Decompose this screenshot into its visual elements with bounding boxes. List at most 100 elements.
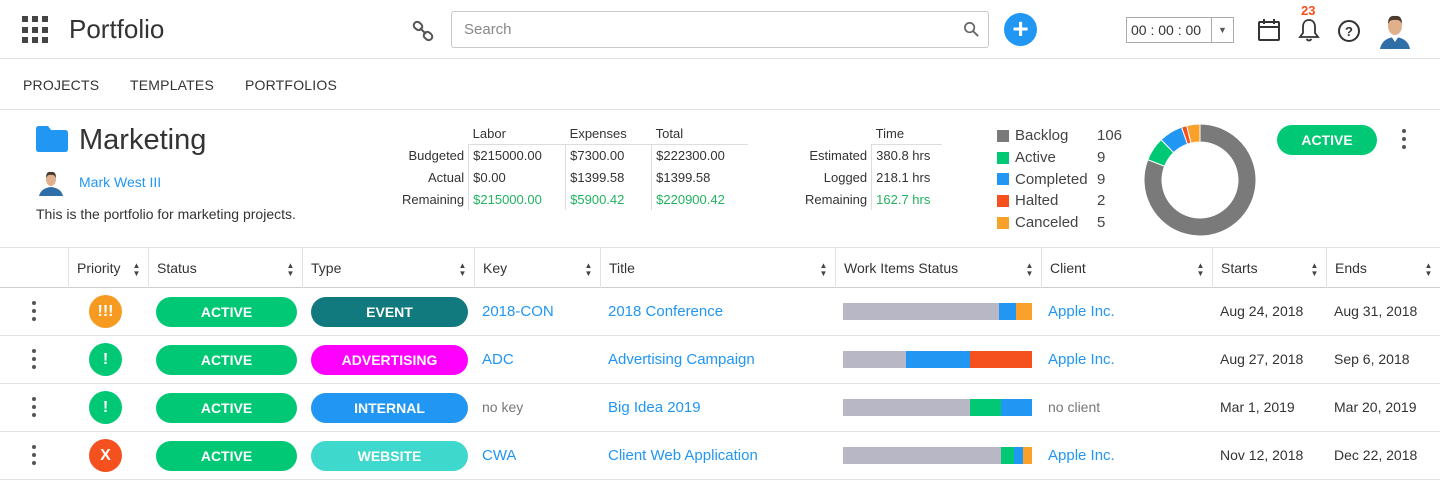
end-date: Aug 31, 2018 [1334,303,1418,319]
row-menu-icon[interactable] [26,442,42,468]
legend-value: 9 [1097,149,1106,167]
financials-row-budgeted: Budgeted $215000.00 $7300.00 $222300.00 [398,144,748,166]
type-pill[interactable]: INTERNAL [311,393,468,423]
project-key[interactable]: CWA [482,432,516,479]
project-title-link[interactable]: 2018 Conference [608,288,723,335]
app-title: Portfolio [69,14,165,44]
legend-value: 9 [1097,170,1106,188]
work-items-segment [1014,447,1024,464]
legend-value: 2 [1097,192,1106,210]
sort-icon[interactable]: ▲▼ [1196,261,1205,277]
work-items-segment [1015,303,1032,320]
calendar-icon[interactable] [1257,18,1281,42]
time-row-remaining: Remaining 162.7 hrs [801,188,942,210]
row-menu-icon[interactable] [26,298,42,324]
col-starts[interactable]: Starts ▲▼ [1212,248,1326,288]
table-row[interactable]: ! ACTIVE INTERNAL no key Big Idea 2019 no cli… [0,384,1440,432]
status-pill[interactable]: ACTIVE [156,297,297,327]
apps-grid-icon[interactable] [22,16,50,44]
financials-row-remaining: Remaining $215000.00 $5900.42 $220900.42 [398,188,748,210]
priority-badge[interactable]: X [89,439,122,472]
client-link[interactable]: Apple Inc. [1048,288,1115,335]
search-icon[interactable] [963,21,980,38]
portfolio-menu-icon[interactable] [1396,126,1412,152]
col-work-items-status[interactable]: Work Items Status ▲▼ [835,248,1041,288]
project-title-link[interactable]: Client Web Application [608,432,758,479]
link-icon[interactable] [411,19,435,43]
type-pill[interactable]: ADVERTISING [311,345,468,375]
chevron-down-icon[interactable]: ▼ [1211,18,1233,42]
sort-icon[interactable]: ▲▼ [286,261,295,277]
col-priority[interactable]: Priority ▲▼ [68,248,148,288]
sort-icon[interactable]: ▲▼ [1310,261,1319,277]
bell-icon[interactable] [1297,18,1321,42]
expenses-header: Expenses [565,124,652,145]
priority-badge[interactable]: !!! [89,295,122,328]
legend-swatch [997,216,1009,229]
start-date: Aug 27, 2018 [1220,351,1304,367]
status-pill[interactable]: ACTIVE [156,345,297,375]
project-title-link[interactable]: Big Idea 2019 [608,384,701,431]
col-type[interactable]: Type ▲▼ [302,248,474,288]
time-row-estimated: Estimated 380.8 hrs [801,144,942,166]
timer-select[interactable]: 00 : 00 : 00 ▼ [1126,17,1234,43]
project-title-link[interactable]: Advertising Campaign [608,336,755,383]
sort-icon[interactable]: ▲▼ [1025,261,1034,277]
sort-icon[interactable]: ▲▼ [458,261,467,277]
legend-label: Backlog [1015,127,1069,145]
client-link[interactable]: Apple Inc. [1048,432,1115,479]
sort-icon[interactable]: ▲▼ [584,261,593,277]
owner-name-link[interactable]: Mark West III [79,174,161,190]
col-status[interactable]: Status ▲▼ [148,248,302,288]
user-avatar[interactable] [1376,11,1414,49]
col-client[interactable]: Client ▲▼ [1041,248,1212,288]
search-input[interactable] [452,12,942,47]
main-nav: PROJECTS TEMPLATES PORTFOLIOS [0,59,1440,110]
col-key[interactable]: Key ▲▼ [474,248,600,288]
table-row[interactable]: X ACTIVE WEBSITE CWA Client Web Application A… [0,432,1440,480]
table-row[interactable]: ! ACTIVE ADVERTISING ADC Advertising Campaig… [0,336,1440,384]
sort-icon[interactable]: ▲▼ [1424,261,1433,277]
total-header: Total [651,124,748,145]
row-menu-icon[interactable] [26,346,42,372]
add-button[interactable]: + [1004,13,1037,46]
legend-item: Halted 2 [997,190,1122,212]
work-items-segment [1000,399,1032,416]
status-pill[interactable]: ACTIVE [156,393,297,423]
priority-badge[interactable]: ! [89,391,122,424]
project-key[interactable]: ADC [482,336,514,383]
sort-icon[interactable]: ▲▼ [132,261,141,277]
client-link[interactable]: Apple Inc. [1048,336,1115,383]
project-key[interactable]: 2018-CON [482,288,554,335]
timer-value: 00 : 00 : 00 [1131,22,1202,38]
status-pill[interactable]: ACTIVE [156,441,297,471]
col-ends[interactable]: Ends ▲▼ [1326,248,1440,288]
legend-item: Active 9 [997,147,1122,169]
table-row[interactable]: !!! ACTIVE EVENT 2018-CON 2018 Conference App… [0,288,1440,336]
start-date: Mar 1, 2019 [1220,399,1295,415]
legend-swatch [997,129,1009,142]
work-items-segment [969,399,1001,416]
legend-label: Completed [1015,170,1088,188]
nav-projects[interactable]: PROJECTS [23,77,99,93]
portfolio-status-button[interactable]: ACTIVE [1277,125,1377,155]
type-pill[interactable]: EVENT [311,297,468,327]
end-date: Sep 6, 2018 [1334,351,1410,367]
row-menu-icon[interactable] [26,394,42,420]
end-date: Mar 20, 2019 [1334,399,1417,415]
work-items-segment [843,399,970,416]
legend-value: 5 [1097,214,1106,232]
col-title[interactable]: Title ▲▼ [600,248,835,288]
priority-badge[interactable]: ! [89,343,122,376]
help-icon[interactable]: ? [1337,19,1361,43]
work-items-segment [1000,447,1015,464]
owner-avatar [37,168,65,196]
notification-count: 23 [1301,3,1316,18]
sort-icon[interactable]: ▲▼ [819,261,828,277]
nav-portfolios[interactable]: PORTFOLIOS [245,77,337,93]
nav-templates[interactable]: TEMPLATES [130,77,214,93]
legend-label: Active [1015,149,1056,167]
status-donut-chart [1143,123,1257,237]
type-pill[interactable]: WEBSITE [311,441,468,471]
top-bar: Portfolio + 00 : 00 : 00 ▼ 23 ? [0,0,1440,59]
